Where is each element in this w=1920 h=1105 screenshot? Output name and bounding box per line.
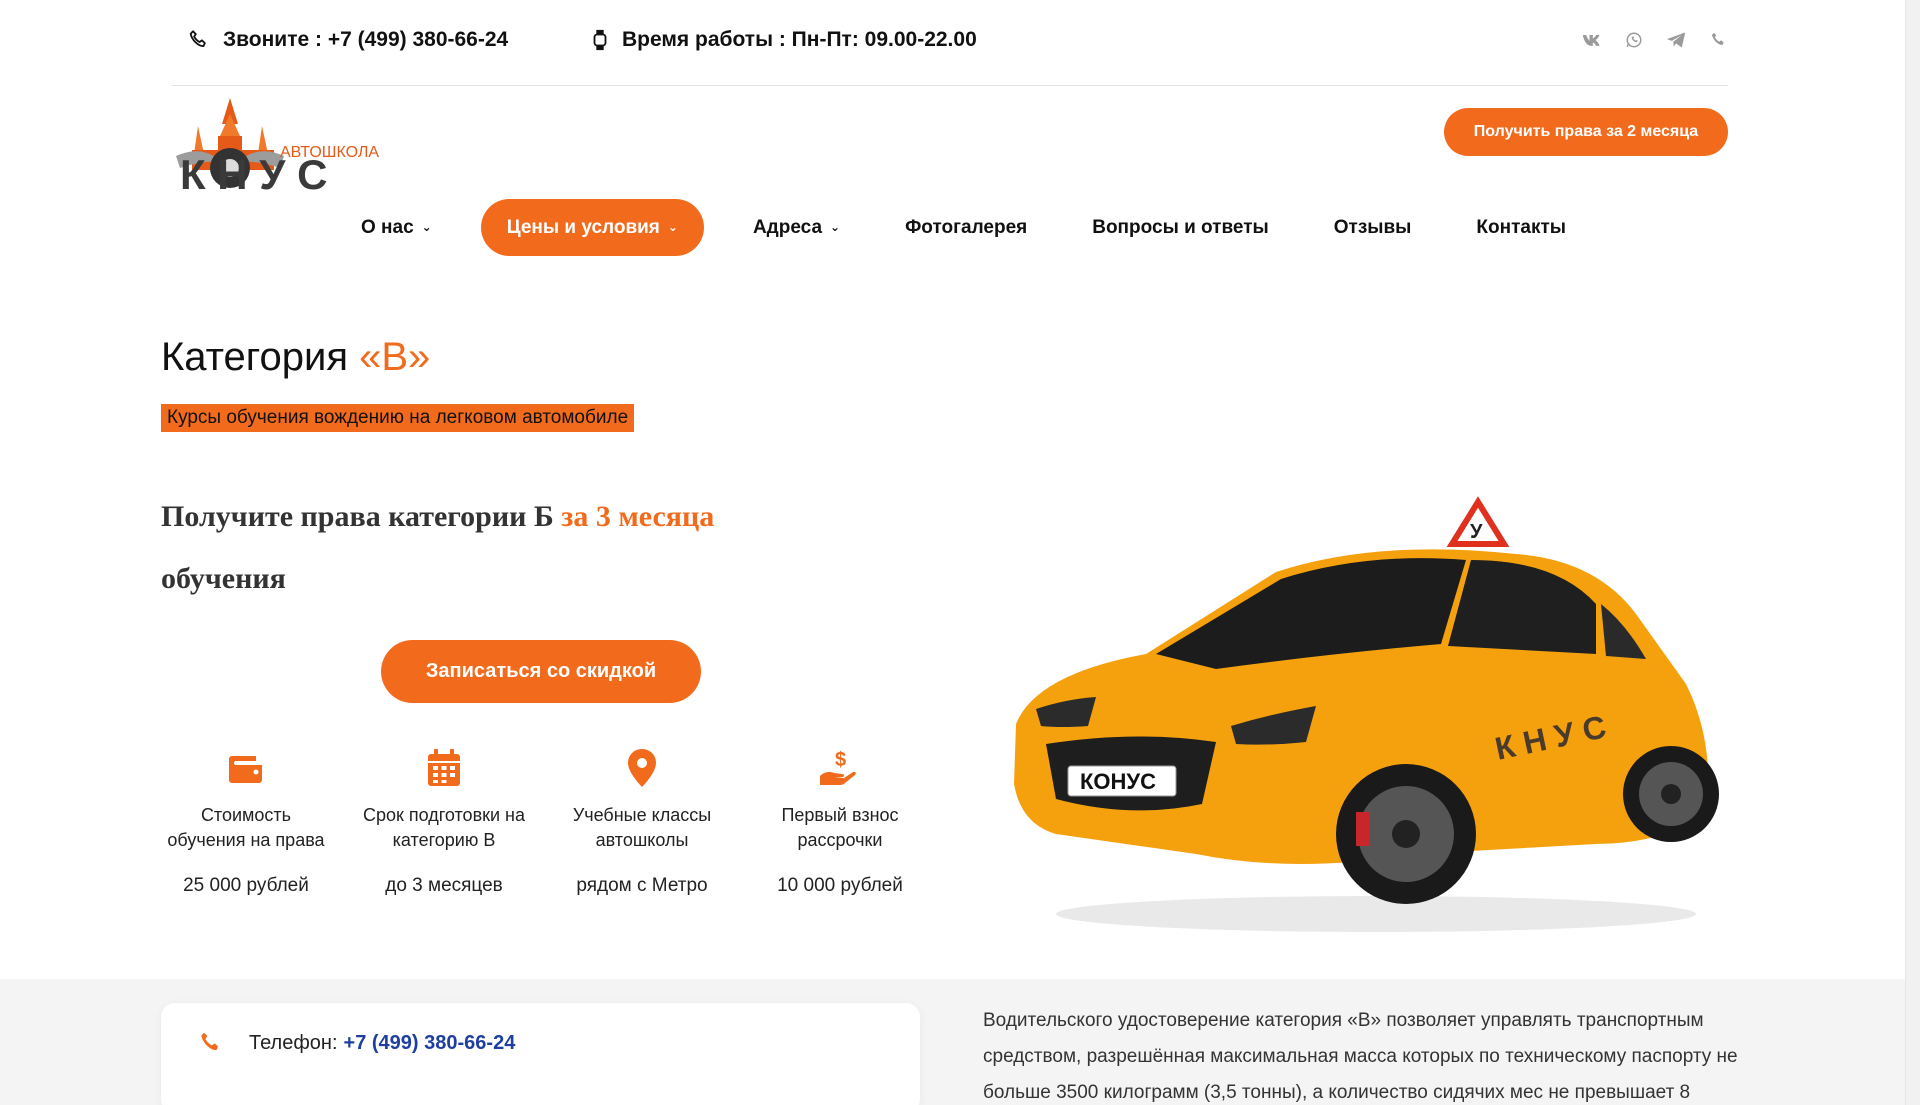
feature-value: 10 000 рублей	[777, 875, 903, 896]
top-bar: Звоните : +7 (499) 380-66-24 Время работ…	[172, 0, 1728, 86]
top-phone[interactable]: Звоните : +7 (499) 380-66-24	[187, 28, 508, 52]
hand-money-icon: $	[820, 749, 856, 785]
phone-icon[interactable]	[1708, 30, 1728, 50]
nav-reviews-label: Отзывы	[1333, 216, 1412, 238]
top-hours: Время работы : Пн-Пт: 09.00-22.00	[592, 28, 977, 52]
hero-lead-end: обучения	[161, 562, 286, 595]
contact-phone-link[interactable]: +7 (499) 380-66-24	[344, 1032, 516, 1055]
logo[interactable]: АВТОШКОЛА К Н У С	[172, 96, 392, 198]
hero-lead-text: Получите права категории Б	[161, 500, 554, 533]
feature-installment: $ Первый взнос рассрочки 10 000 рублей	[755, 745, 925, 897]
feature-label: Первый взнос рассрочки	[781, 805, 899, 850]
car-plate-text: КОНУС	[1080, 769, 1156, 794]
page-subtitle: Курсы обучения вождению на легковом авто…	[161, 404, 635, 432]
get-license-button[interactable]: Получить права за 2 месяца	[1444, 108, 1728, 156]
contact-phone-label: Телефон:	[249, 1031, 338, 1054]
feature-value: до 3 месяцев	[385, 875, 503, 896]
driver-sign-text: У	[1470, 521, 1483, 543]
watch-icon	[593, 29, 607, 51]
feature-label: Срок подготовки на категорию В	[362, 805, 526, 850]
top-phone-text: Звоните : +7 (499) 380-66-24	[223, 28, 509, 51]
features: Стоимость обучения на права 25 000 рубле…	[161, 745, 956, 905]
hero-lead: Получите права категории Б за 3 месяца о…	[161, 486, 781, 610]
page-title-text: Категория	[161, 335, 348, 379]
logo-name: К Н У С	[180, 151, 327, 196]
category-description: Водительского удостоверение категория «В…	[983, 1010, 1738, 1103]
telegram-icon[interactable]	[1666, 30, 1686, 50]
nav-addresses[interactable]: Адреса ⌄	[737, 199, 856, 256]
feature-location: Учебные классы автошколы рядом с Метро	[557, 745, 727, 897]
feature-duration: Срок подготовки на категорию В до 3 меся…	[359, 745, 529, 897]
hero-lead-accent: за 3 месяца	[561, 500, 715, 533]
nav-addresses-label: Адреса	[752, 216, 823, 238]
calendar-icon	[428, 749, 460, 786]
nav-faq-label: Вопросы и ответы	[1092, 216, 1269, 238]
nav-about[interactable]: О нас ⌄	[345, 199, 448, 256]
phone-icon	[201, 1032, 219, 1051]
chevron-down-icon: ⌄	[421, 219, 432, 234]
feature-value: рядом с Метро	[576, 875, 708, 896]
nav-about-label: О нас	[361, 216, 414, 238]
nav-reviews[interactable]: Отзывы	[1318, 199, 1428, 256]
whatsapp-icon[interactable]	[1624, 30, 1644, 50]
nav-gallery[interactable]: Фотогалерея	[889, 199, 1043, 256]
main-nav: О нас ⌄ Цены и условия ⌄ Адреса ⌄ Фотогалер…	[345, 199, 1615, 256]
page-title: Категория «В»	[161, 335, 430, 380]
nav-gallery-label: Фотогалерея	[905, 216, 1028, 238]
nav-faq[interactable]: Вопросы и ответы	[1076, 199, 1285, 256]
map-pin-icon	[628, 749, 656, 787]
social-links	[1582, 30, 1728, 50]
page-title-accent: «В»	[359, 335, 431, 379]
signup-discount-button[interactable]: Записаться со скидкой	[381, 640, 701, 703]
feature-label: Учебные классы автошколы	[572, 805, 712, 850]
nav-prices[interactable]: Цены и условия ⌄	[480, 199, 704, 256]
page-scrollbar[interactable]	[1905, 0, 1920, 1105]
chevron-down-icon: ⌄	[667, 219, 678, 234]
contact-phone-row: Телефон: +7 (499) 380-66-24	[197, 1030, 515, 1056]
vk-icon[interactable]	[1582, 30, 1602, 50]
phone-icon	[189, 30, 206, 48]
svg-text:$: $	[835, 749, 846, 771]
car-image: У КОНУС К Н У С	[996, 494, 1766, 944]
feature-price: Стоимость обучения на права 25 000 рубле…	[161, 745, 331, 897]
contact-card: Телефон: +7 (499) 380-66-24	[161, 1003, 920, 1105]
wallet-icon	[229, 756, 262, 783]
feature-value: 25 000 рублей	[183, 875, 309, 896]
nav-contacts-label: Контакты	[1476, 216, 1567, 238]
chevron-down-icon: ⌄	[830, 219, 841, 234]
nav-prices-label: Цены и условия	[506, 216, 660, 238]
nav-contacts[interactable]: Контакты	[1460, 199, 1582, 256]
top-hours-text: Время работы : Пн-Пт: 09.00-22.00	[622, 28, 977, 51]
feature-label: Стоимость обучения на права	[167, 805, 325, 850]
